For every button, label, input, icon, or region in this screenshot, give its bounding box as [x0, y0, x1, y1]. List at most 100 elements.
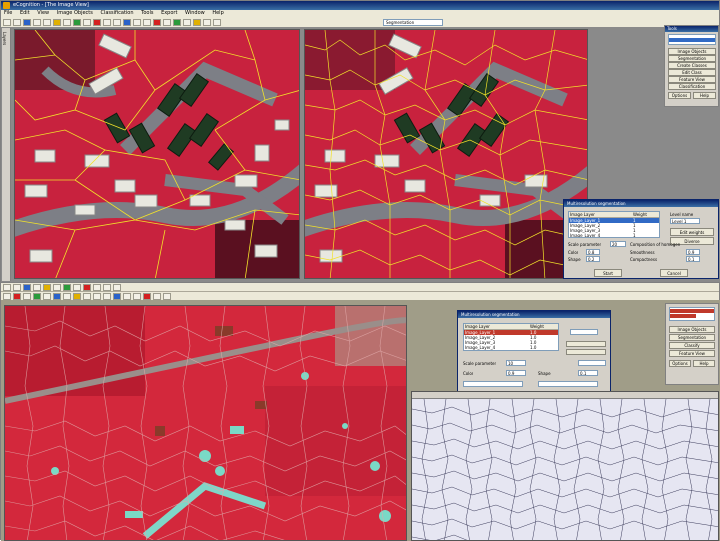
bottom-diverse-button[interactable] [566, 349, 606, 355]
image-view-left[interactable] [14, 29, 300, 279]
top-compactness-field[interactable]: 0.1 [686, 256, 700, 262]
tools-segmentation-button[interactable]: Segmentation [668, 55, 716, 62]
menu-tools[interactable]: Tools [141, 10, 153, 16]
bottom-tools-options-button[interactable]: Options [669, 360, 691, 367]
merge-icon[interactable] [133, 293, 141, 300]
sample-icon[interactable] [103, 18, 111, 26]
layer-icon[interactable] [73, 18, 81, 26]
info-icon[interactable] [63, 293, 71, 300]
bottom-edit-button[interactable] [566, 341, 606, 347]
menu-help[interactable]: Help [212, 10, 223, 16]
red-icon[interactable] [153, 18, 161, 26]
save-icon[interactable] [13, 283, 21, 291]
top-cancel-button[interactable]: Cancel [660, 269, 688, 277]
class-icon[interactable] [83, 283, 91, 291]
help-icon[interactable] [213, 18, 221, 26]
outline-icon[interactable] [83, 18, 91, 26]
print-icon[interactable] [23, 283, 31, 291]
pixel-icon[interactable] [23, 293, 31, 300]
zoom-in-icon[interactable] [33, 283, 41, 291]
green-icon[interactable] [173, 18, 181, 26]
tools-image-objects-button[interactable]: Image Objects [668, 48, 716, 55]
redo-icon[interactable] [163, 293, 171, 300]
bottom-tools-help-button[interactable]: Help [693, 360, 715, 367]
bottom-level-field[interactable] [570, 329, 598, 335]
top-level-name-field[interactable]: Level 1 [670, 218, 700, 224]
bottom-color-field[interactable]: 0.9 [506, 370, 526, 376]
top-color-field[interactable]: 0.8 [586, 249, 600, 255]
open-icon[interactable] [3, 283, 11, 291]
mode-combo[interactable]: Segmentation [383, 18, 443, 26]
zoom-out-icon[interactable] [43, 18, 51, 26]
left-layers-strip[interactable]: Layers [2, 28, 11, 281]
bottom-shape-field[interactable]: 0.1 [578, 370, 598, 376]
select-icon[interactable] [63, 18, 71, 26]
grid-icon[interactable] [163, 18, 171, 26]
object-icon[interactable] [143, 18, 151, 26]
object-icon[interactable] [43, 293, 51, 300]
star-icon[interactable] [73, 293, 81, 300]
info-icon[interactable] [183, 18, 191, 26]
green-icon[interactable] [33, 293, 41, 300]
delete-icon[interactable] [143, 293, 151, 300]
tools-create-classes-button[interactable]: Create Classes [668, 62, 716, 69]
top-tools-list[interactable] [668, 34, 716, 45]
pan-icon[interactable] [53, 18, 61, 26]
bottom-seg-layer-list[interactable]: Image Layer Weight Image_Layer_1 1.0 Ima… [463, 323, 559, 351]
bottom-image-view[interactable] [4, 305, 407, 541]
menu-window[interactable]: Window [185, 10, 205, 16]
menu-classification[interactable]: Classification [100, 10, 133, 16]
top-scale-field[interactable]: 20 [610, 241, 626, 247]
class-icon[interactable] [93, 18, 101, 26]
bottom-tools-segmentation-button[interactable]: Segmentation [669, 334, 715, 341]
menu-file[interactable]: File [4, 10, 12, 16]
stats-icon[interactable] [113, 293, 121, 300]
window-icon[interactable] [83, 293, 91, 300]
save-icon[interactable] [13, 18, 21, 26]
tools-options-button[interactable]: Options [668, 92, 691, 99]
select-icon[interactable] [53, 283, 61, 291]
sample-icon[interactable] [103, 293, 111, 300]
top-smoothness-field[interactable]: 0.9 [686, 249, 700, 255]
bottom-extra-field[interactable] [463, 381, 523, 387]
layer-icon[interactable] [63, 283, 71, 291]
help-icon[interactable] [93, 293, 101, 300]
top-seg-layer-list[interactable]: Image Layer Weight Image_Layer_1 1 Image… [568, 211, 660, 238]
table-row[interactable]: Image_Layer_4 1.0 [464, 345, 558, 350]
window-icon[interactable] [203, 18, 211, 26]
bottom-outline-view[interactable] [411, 391, 719, 541]
tools-edit-class-button[interactable]: Edit Class [668, 69, 716, 76]
red-icon[interactable] [13, 293, 21, 300]
top-shape-field[interactable]: 0.2 [586, 256, 600, 262]
pixel-icon[interactable] [133, 18, 141, 26]
outline-icon[interactable] [73, 283, 81, 291]
bottom-tools-classify-button[interactable]: Classify [669, 342, 715, 349]
print-icon[interactable] [23, 18, 31, 26]
bottom-composition-field[interactable] [578, 360, 606, 366]
open-icon[interactable] [3, 18, 11, 26]
tools-classification-button[interactable]: Classification [668, 83, 716, 90]
zoom-in-icon[interactable] [33, 18, 41, 26]
pan-icon[interactable] [43, 283, 51, 291]
image-view-right[interactable] [304, 29, 588, 279]
top-start-button[interactable]: Start [594, 269, 622, 277]
blue-icon[interactable] [53, 293, 61, 300]
table-icon[interactable] [123, 293, 131, 300]
pointer-icon[interactable] [3, 293, 11, 300]
bottom-extra-field-2[interactable] [538, 381, 598, 387]
grid-icon[interactable] [113, 283, 121, 291]
view-icon[interactable] [123, 18, 131, 26]
undo-icon[interactable] [153, 293, 161, 300]
menu-edit[interactable]: Edit [20, 10, 30, 16]
star-icon[interactable] [193, 18, 201, 26]
feature-icon[interactable] [113, 18, 121, 26]
tools-help-button[interactable]: Help [693, 92, 716, 99]
menu-view[interactable]: View [37, 10, 49, 16]
view-icon[interactable] [103, 283, 111, 291]
bottom-tools-feature-view-button[interactable]: Feature View [669, 350, 715, 357]
feature-icon[interactable] [93, 283, 101, 291]
menu-export[interactable]: Export [161, 10, 177, 16]
menu-image-objects[interactable]: Image Objects [57, 10, 93, 16]
bottom-scale-field[interactable]: 10 [506, 360, 526, 366]
top-edit-weights-button[interactable]: Edit weights [670, 228, 714, 236]
